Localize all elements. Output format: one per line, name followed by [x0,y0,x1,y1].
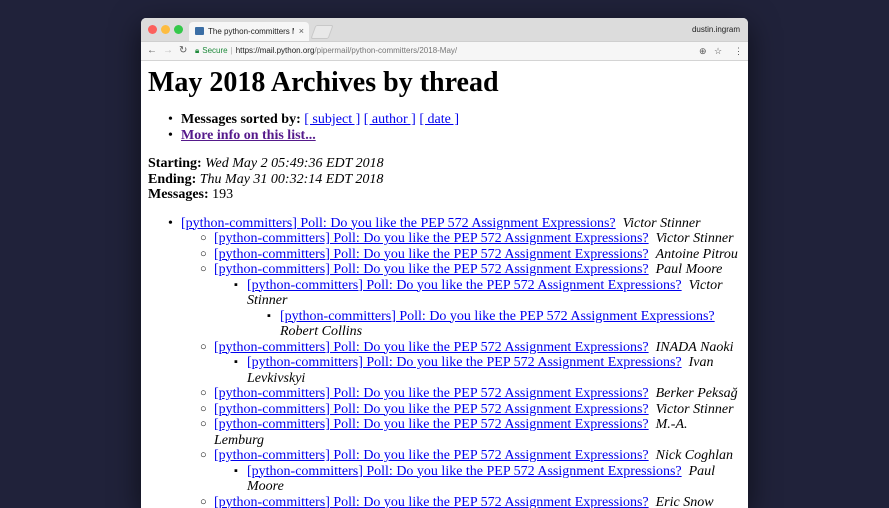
page-content: May 2018 Archives by thread Messages sor… [141,66,748,508]
thread-message-item: [python-committers] Poll: Do you like th… [148,309,741,340]
thread-message-item: [python-committers] Poll: Do you like th… [148,262,741,278]
sorted-by-label: Messages sorted by: [181,112,301,127]
sort-by-subject-link[interactable]: [ subject ] [304,112,360,127]
message-author: Eric Snow [656,495,714,508]
profile-name[interactable]: dustin.ingram [692,18,740,41]
page-title: May 2018 Archives by thread [148,66,741,100]
sort-by-date-link[interactable]: [ date ] [419,112,459,127]
tab-title: The python-committers May 2 [208,22,294,41]
message-subject-link[interactable]: [python-committers] Poll: Do you like th… [247,278,682,293]
message-subject-link[interactable]: [python-committers] Poll: Do you like th… [214,448,649,463]
message-subject-link[interactable]: [python-committers] Poll: Do you like th… [214,386,649,401]
message-subject-link[interactable]: [python-committers] Poll: Do you like th… [214,231,649,246]
starting-value: Wed May 2 05:49:36 EDT 2018 [205,156,384,171]
message-subject-link[interactable]: [python-committers] Poll: Do you like th… [214,417,649,432]
ending-value: Thu May 31 00:32:14 EDT 2018 [200,172,384,187]
thread-message-item: [python-committers] Poll: Do you like th… [148,448,741,464]
close-window-button[interactable] [148,25,157,34]
message-subject-link[interactable]: [python-committers] Poll: Do you like th… [214,495,649,508]
messages-label: Messages: [148,187,209,202]
message-author: INADA Naoki [656,340,734,355]
url-path: /pipermail/python-committers/2018-May/ [314,46,457,55]
browser-toolbar: ← → ↻ 🔒︎Secure |https://mail.python.org/p… [141,42,748,61]
thread-message-item: [python-committers] Poll: Do you like th… [148,355,741,386]
message-author: Berker Peksağ [656,386,738,401]
thread-message-item: [python-committers] Poll: Do you like th… [148,417,741,448]
address-bar[interactable]: 🔒︎Secure |https://mail.python.org/piperma… [195,44,665,58]
bookmark-star-icon[interactable]: ☆ [714,42,722,60]
message-subject-link[interactable]: [python-committers] Poll: Do you like th… [214,247,649,262]
separator: | [231,46,233,55]
message-subject-link[interactable]: [python-committers] Poll: Do you like th… [214,340,649,355]
new-tab-button[interactable] [310,25,333,39]
browser-window: The python-committers May 2 × dustin.ing… [141,18,748,508]
thread-message-item: [python-committers] Poll: Do you like th… [148,247,741,263]
python-favicon-icon [195,27,204,35]
starting-label: Starting: [148,156,202,171]
sort-by-author-link[interactable]: [ author ] [364,112,416,127]
message-author: Antoine Pitrou [656,247,738,262]
thread-message-item: [python-committers] Poll: Do you like th… [148,216,741,232]
thread-list: [python-committers] Poll: Do you like th… [148,216,741,508]
message-subject-link[interactable]: [python-committers] Poll: Do you like th… [247,355,682,370]
messages-count: 193 [212,187,233,202]
url-host: https://mail.python.org [236,46,315,55]
message-author: Victor Stinner [656,402,734,417]
message-subject-link[interactable]: [python-committers] Poll: Do you like th… [247,464,682,479]
reload-icon[interactable]: ↻ [179,42,187,60]
message-subject-link[interactable]: [python-committers] Poll: Do you like th… [280,309,715,324]
more-info-item: More info on this list... [181,128,741,144]
thread-message-item: [python-committers] Poll: Do you like th… [148,495,741,508]
message-subject-link[interactable]: [python-committers] Poll: Do you like th… [214,402,649,417]
zoom-icon[interactable]: ⊕ [699,42,707,60]
message-subject-link[interactable]: [python-committers] Poll: Do you like th… [181,216,616,231]
secure-label: Secure [202,46,227,55]
message-subject-link[interactable]: [python-committers] Poll: Do you like th… [214,262,649,277]
title-bar: The python-committers May 2 × dustin.ing… [141,18,748,42]
browser-tab[interactable]: The python-committers May 2 × [189,22,309,41]
message-author: Nick Coghlan [656,448,733,463]
back-arrow-icon[interactable]: ← [147,42,157,60]
kebab-menu-icon[interactable]: ⋮ [734,42,743,60]
thread-message-item: [python-committers] Poll: Do you like th… [148,402,741,418]
lock-icon: 🔒︎ [195,46,199,55]
thread-message-item: [python-committers] Poll: Do you like th… [148,340,741,356]
message-author: Robert Collins [280,324,362,339]
message-author: Paul Moore [656,262,723,277]
sorted-by-item: Messages sorted by: [ subject ] [ author… [181,112,741,128]
more-info-link[interactable]: More info on this list... [181,128,316,143]
tab-close-icon[interactable]: × [299,22,304,41]
message-author: Victor Stinner [623,216,701,231]
minimize-window-button[interactable] [161,25,170,34]
message-author: Victor Stinner [656,231,734,246]
ending-label: Ending: [148,172,196,187]
thread-message-item: [python-committers] Poll: Do you like th… [148,386,741,402]
maximize-window-button[interactable] [174,25,183,34]
archive-meta: Starting: Wed May 2 05:49:36 EDT 2018 En… [148,156,741,203]
forward-arrow-icon[interactable]: → [163,42,173,60]
sort-options-list: Messages sorted by: [ subject ] [ author… [148,112,741,143]
thread-message-item: [python-committers] Poll: Do you like th… [148,231,741,247]
thread-message-item: [python-committers] Poll: Do you like th… [148,278,741,309]
thread-message-item: [python-committers] Poll: Do you like th… [148,464,741,495]
